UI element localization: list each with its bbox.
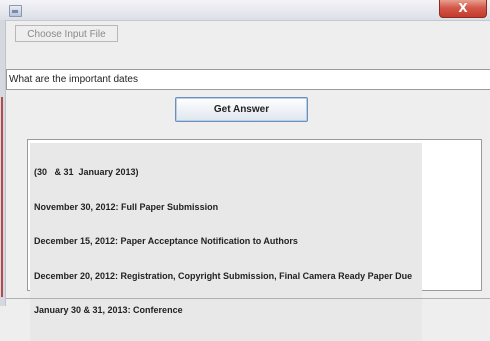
answer-line: January 30 & 31, 2013: Conference — [34, 305, 183, 315]
question-input[interactable]: What are the important dates — [6, 69, 490, 90]
answer-line: (30 & 31 January 2013) — [34, 167, 139, 177]
answer-line: December 20, 2012: Registration, Copyrig… — [34, 270, 413, 281]
close-button[interactable]: X — [439, 0, 487, 18]
answer-text-area[interactable]: (30 & 31 January 2013) November 30, 2012… — [27, 139, 482, 341]
bottom-divider — [6, 298, 490, 299]
answer-line: November 30, 2012: Full Paper Submission — [34, 201, 219, 212]
choose-input-file-button[interactable]: Choose Input File — [15, 25, 118, 42]
answer-selection: (30 & 31 January 2013) November 30, 2012… — [30, 143, 422, 341]
window-left-edge — [0, 20, 6, 306]
get-answer-button[interactable]: Get Answer — [175, 97, 308, 122]
title-bar: X — [0, 0, 490, 21]
answer-line: December 15, 2012: Paper Acceptance Noti… — [34, 236, 298, 246]
app-icon — [9, 5, 22, 17]
edge-accent — [1, 97, 3, 297]
